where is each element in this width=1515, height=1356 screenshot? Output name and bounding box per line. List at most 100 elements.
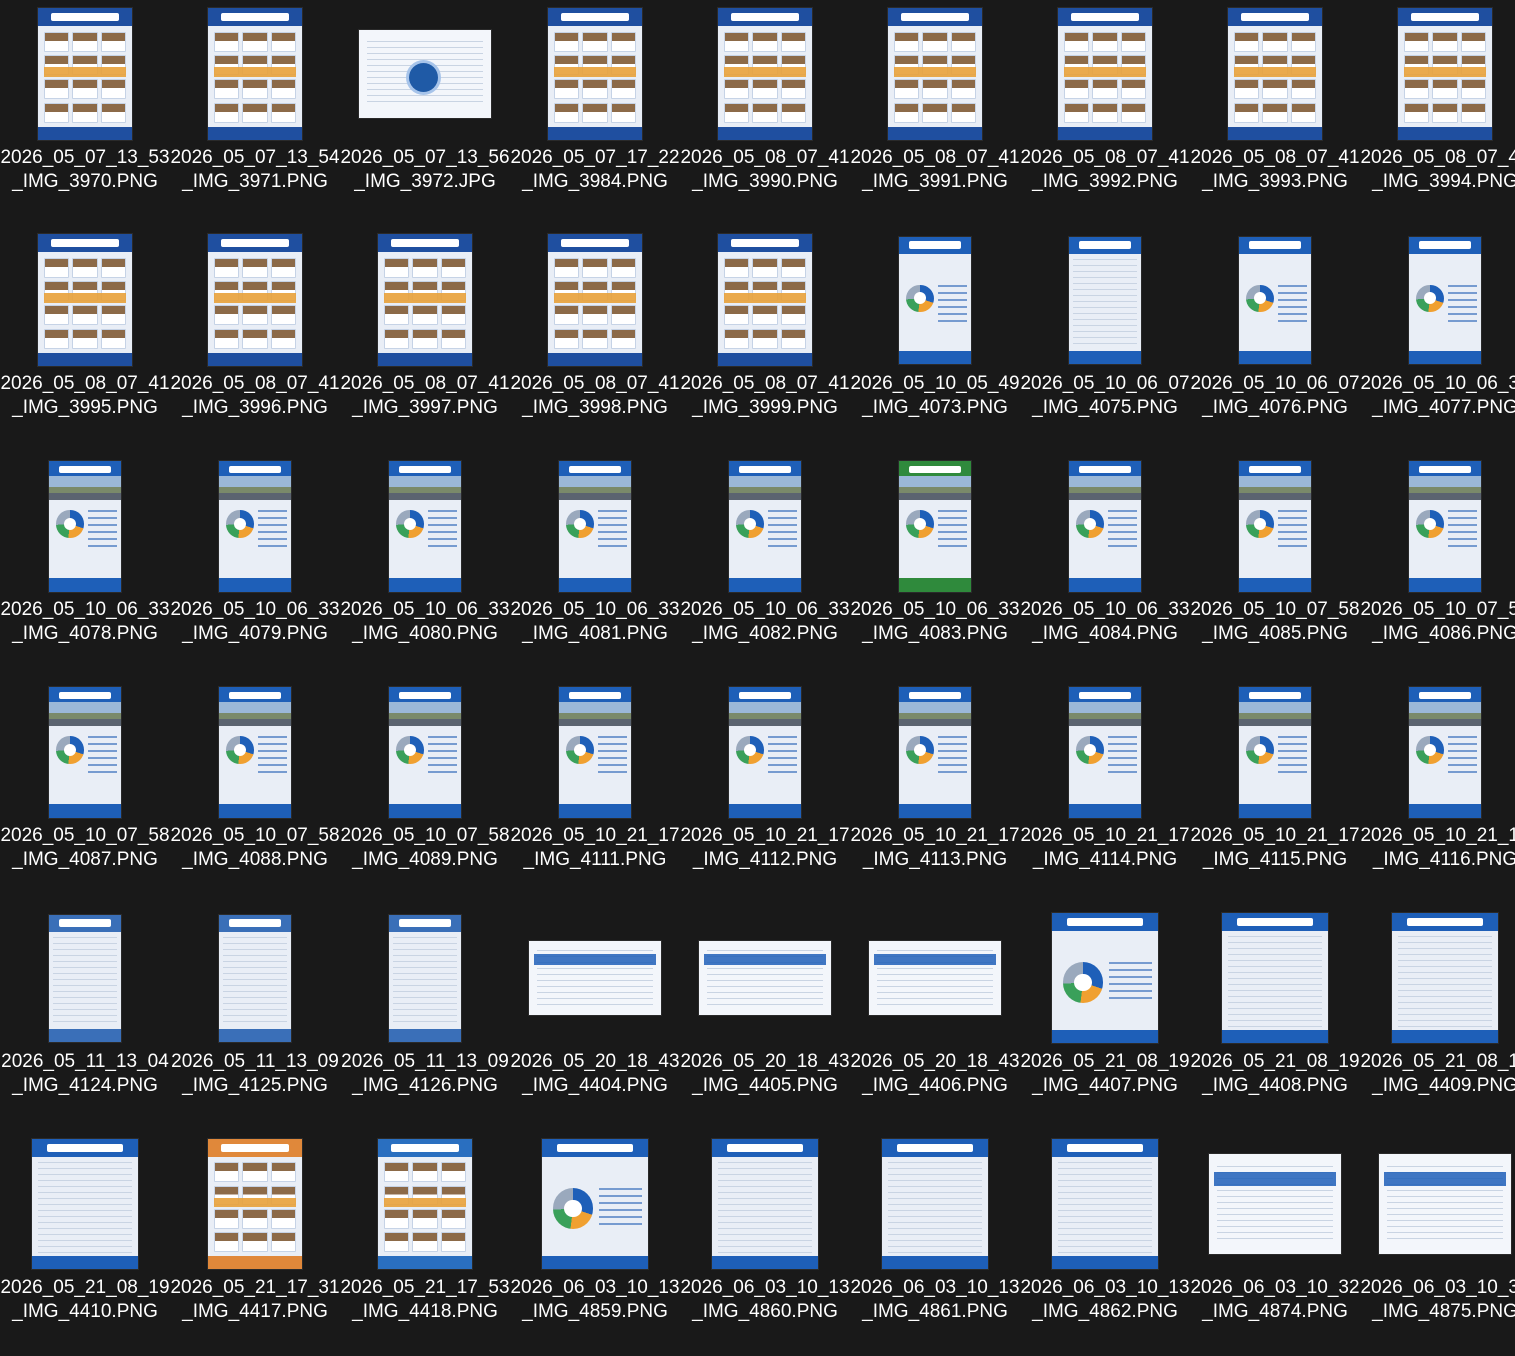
- image-thumbnail[interactable]: [378, 234, 472, 366]
- file-item[interactable]: 2026_05_21_08_19_IMG_4409.PNG: [1360, 904, 1515, 1130]
- image-thumbnail[interactable]: [49, 914, 121, 1042]
- file-item[interactable]: 2026_06_03_10_32_IMG_4875.PNG: [1360, 1130, 1515, 1356]
- image-thumbnail[interactable]: [219, 686, 291, 818]
- image-thumbnail[interactable]: [882, 1139, 988, 1269]
- file-item[interactable]: 2026_05_07_13_56_IMG_3972.JPG: [340, 0, 510, 226]
- image-thumbnail[interactable]: [888, 8, 982, 140]
- file-item[interactable]: 2026_05_21_08_19_IMG_4408.PNG: [1190, 904, 1360, 1130]
- image-thumbnail[interactable]: [1052, 1139, 1158, 1269]
- image-thumbnail[interactable]: [548, 8, 642, 140]
- file-item[interactable]: 2026_05_21_17_53_IMG_4418.PNG: [340, 1130, 510, 1356]
- file-item[interactable]: 2026_05_21_17_31_IMG_4417.PNG: [170, 1130, 340, 1356]
- image-thumbnail[interactable]: [1398, 8, 1492, 140]
- image-thumbnail[interactable]: [208, 1139, 302, 1269]
- file-item[interactable]: 2026_05_10_07_58_IMG_4086.PNG: [1360, 452, 1515, 678]
- image-thumbnail[interactable]: [699, 941, 831, 1015]
- file-item[interactable]: 2026_05_08_07_41_IMG_3996.PNG: [170, 226, 340, 452]
- file-item[interactable]: 2026_05_10_07_58_IMG_4085.PNG: [1190, 452, 1360, 678]
- file-item[interactable]: 2026_05_08_07_41_IMG_3997.PNG: [340, 226, 510, 452]
- file-item[interactable]: 2026_05_10_06_33_IMG_4081.PNG: [510, 452, 680, 678]
- file-item[interactable]: 2026_05_10_06_33_IMG_4079.PNG: [170, 452, 340, 678]
- file-item[interactable]: 2026_05_10_21_17_IMG_4116.PNG: [1360, 678, 1515, 904]
- image-thumbnail[interactable]: [378, 1139, 472, 1269]
- file-item[interactable]: 2026_05_10_06_33_IMG_4077.PNG: [1360, 226, 1515, 452]
- file-item[interactable]: 2026_05_10_06_07_IMG_4076.PNG: [1190, 226, 1360, 452]
- file-item[interactable]: 2026_05_08_07_41_IMG_3994.PNG: [1360, 0, 1515, 226]
- image-thumbnail[interactable]: [219, 460, 291, 592]
- image-thumbnail[interactable]: [38, 234, 132, 366]
- file-item[interactable]: 2026_05_20_18_43_IMG_4404.PNG: [510, 904, 680, 1130]
- image-thumbnail[interactable]: [208, 8, 302, 140]
- image-thumbnail[interactable]: [718, 8, 812, 140]
- file-item[interactable]: 2026_05_08_07_41_IMG_3990.PNG: [680, 0, 850, 226]
- file-item[interactable]: 2026_05_10_21_17_IMG_4113.PNG: [850, 678, 1020, 904]
- image-thumbnail[interactable]: [389, 460, 461, 592]
- image-thumbnail[interactable]: [559, 460, 631, 592]
- image-thumbnail[interactable]: [1409, 686, 1481, 818]
- image-thumbnail[interactable]: [559, 686, 631, 818]
- file-item[interactable]: 2026_05_10_06_33_IMG_4082.PNG: [680, 452, 850, 678]
- file-item[interactable]: 2026_05_10_06_33_IMG_4078.PNG: [0, 452, 170, 678]
- file-item[interactable]: 2026_05_10_06_33_IMG_4083.PNG: [850, 452, 1020, 678]
- image-thumbnail[interactable]: [389, 914, 461, 1042]
- image-thumbnail[interactable]: [869, 941, 1001, 1015]
- file-item[interactable]: 2026_05_10_21_17_IMG_4114.PNG: [1020, 678, 1190, 904]
- image-thumbnail[interactable]: [1058, 8, 1152, 140]
- file-item[interactable]: 2026_05_08_07_41_IMG_3995.PNG: [0, 226, 170, 452]
- image-thumbnail[interactable]: [219, 914, 291, 1042]
- file-item[interactable]: 2026_05_08_07_41_IMG_3998.PNG: [510, 226, 680, 452]
- image-thumbnail[interactable]: [32, 1139, 138, 1269]
- file-item[interactable]: 2026_05_07_13_53_IMG_3970.PNG: [0, 0, 170, 226]
- file-item[interactable]: 2026_06_03_10_13_IMG_4861.PNG: [850, 1130, 1020, 1356]
- image-thumbnail[interactable]: [1052, 913, 1158, 1043]
- file-item[interactable]: 2026_05_10_07_58_IMG_4089.PNG: [340, 678, 510, 904]
- image-thumbnail[interactable]: [1409, 460, 1481, 592]
- file-item[interactable]: 2026_05_10_21_17_IMG_4112.PNG: [680, 678, 850, 904]
- image-thumbnail[interactable]: [1379, 1154, 1511, 1254]
- image-thumbnail[interactable]: [49, 686, 121, 818]
- file-item[interactable]: 2026_05_08_07_41_IMG_3991.PNG: [850, 0, 1020, 226]
- image-thumbnail[interactable]: [1222, 913, 1328, 1043]
- image-thumbnail[interactable]: [1069, 686, 1141, 818]
- image-thumbnail[interactable]: [1069, 236, 1141, 364]
- image-thumbnail[interactable]: [1069, 460, 1141, 592]
- file-item[interactable]: 2026_05_21_08_19_IMG_4407.PNG: [1020, 904, 1190, 1130]
- image-thumbnail[interactable]: [1209, 1154, 1341, 1254]
- image-thumbnail[interactable]: [548, 234, 642, 366]
- file-item[interactable]: 2026_05_21_08_19_IMG_4410.PNG: [0, 1130, 170, 1356]
- file-item[interactable]: 2026_05_07_17_22_IMG_3984.PNG: [510, 0, 680, 226]
- image-thumbnail[interactable]: [389, 686, 461, 818]
- image-thumbnail[interactable]: [38, 8, 132, 140]
- image-thumbnail[interactable]: [1239, 460, 1311, 592]
- file-item[interactable]: 2026_05_11_13_09_IMG_4126.PNG: [340, 904, 510, 1130]
- file-item[interactable]: 2026_05_10_06_33_IMG_4084.PNG: [1020, 452, 1190, 678]
- image-thumbnail[interactable]: [542, 1139, 648, 1269]
- file-item[interactable]: 2026_06_03_10_32_IMG_4874.PNG: [1190, 1130, 1360, 1356]
- file-item[interactable]: 2026_05_10_21_17_IMG_4111.PNG: [510, 678, 680, 904]
- image-thumbnail[interactable]: [1239, 686, 1311, 818]
- file-item[interactable]: 2026_05_10_07_58_IMG_4088.PNG: [170, 678, 340, 904]
- file-item[interactable]: 2026_05_20_18_43_IMG_4405.PNG: [680, 904, 850, 1130]
- image-thumbnail[interactable]: [49, 460, 121, 592]
- file-item[interactable]: 2026_05_08_07_41_IMG_3999.PNG: [680, 226, 850, 452]
- file-item[interactable]: 2026_05_10_05_49_IMG_4073.PNG: [850, 226, 1020, 452]
- file-item[interactable]: 2026_06_03_10_13_IMG_4859.PNG: [510, 1130, 680, 1356]
- file-item[interactable]: 2026_05_08_07_41_IMG_3993.PNG: [1190, 0, 1360, 226]
- image-thumbnail[interactable]: [899, 686, 971, 818]
- file-item[interactable]: 2026_05_10_06_07_IMG_4075.PNG: [1020, 226, 1190, 452]
- image-thumbnail[interactable]: [1239, 236, 1311, 364]
- file-item[interactable]: 2026_05_07_13_54_IMG_3971.PNG: [170, 0, 340, 226]
- file-item[interactable]: 2026_05_11_13_09_IMG_4125.PNG: [170, 904, 340, 1130]
- image-thumbnail[interactable]: [1392, 913, 1498, 1043]
- file-item[interactable]: 2026_05_10_21_17_IMG_4115.PNG: [1190, 678, 1360, 904]
- image-thumbnail[interactable]: [208, 234, 302, 366]
- image-thumbnail[interactable]: [1228, 8, 1322, 140]
- file-item[interactable]: 2026_06_03_10_13_IMG_4862.PNG: [1020, 1130, 1190, 1356]
- file-item[interactable]: 2026_05_11_13_04_IMG_4124.PNG: [0, 904, 170, 1130]
- file-item[interactable]: 2026_05_10_07_58_IMG_4087.PNG: [0, 678, 170, 904]
- file-item[interactable]: 2026_05_08_07_41_IMG_3992.PNG: [1020, 0, 1190, 226]
- image-thumbnail[interactable]: [899, 236, 971, 364]
- file-item[interactable]: 2026_05_20_18_43_IMG_4406.PNG: [850, 904, 1020, 1130]
- image-thumbnail[interactable]: [712, 1139, 818, 1269]
- file-item[interactable]: 2026_05_10_06_33_IMG_4080.PNG: [340, 452, 510, 678]
